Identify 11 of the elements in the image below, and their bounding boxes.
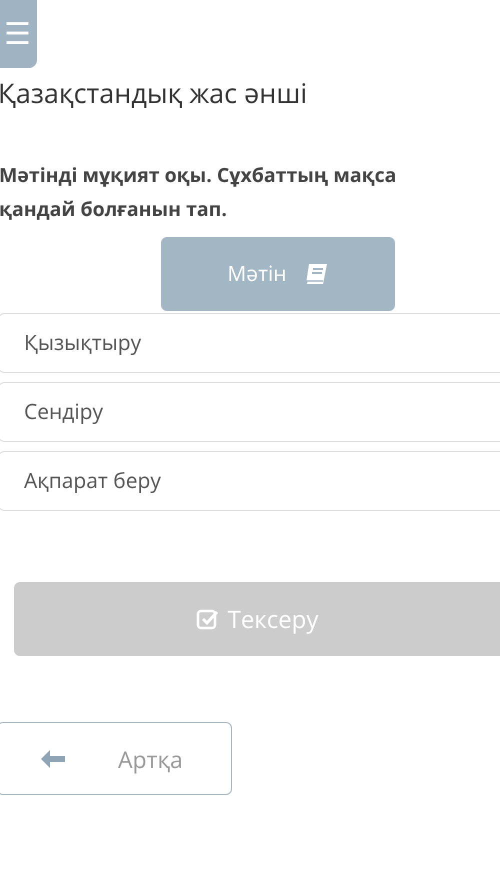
checkbox-icon [196, 608, 220, 630]
answer-option[interactable]: Сендіру [0, 382, 500, 442]
answer-option[interactable]: Қызықтыру [0, 313, 500, 373]
text-button[interactable]: Мәтін [161, 237, 395, 311]
answer-option[interactable]: Ақпарат беру [0, 451, 500, 511]
page-title: Қазақстандық жас әнші [0, 74, 308, 111]
arrow-left-icon [40, 748, 66, 768]
menu-button[interactable]: ☰ [0, 0, 37, 68]
question-text: қандай болғанын тап. [0, 194, 228, 224]
back-button[interactable]: Артқа [0, 722, 232, 795]
question-text: Мәтінді мұқият оқы. Сұхбаттың мақса [0, 160, 398, 190]
